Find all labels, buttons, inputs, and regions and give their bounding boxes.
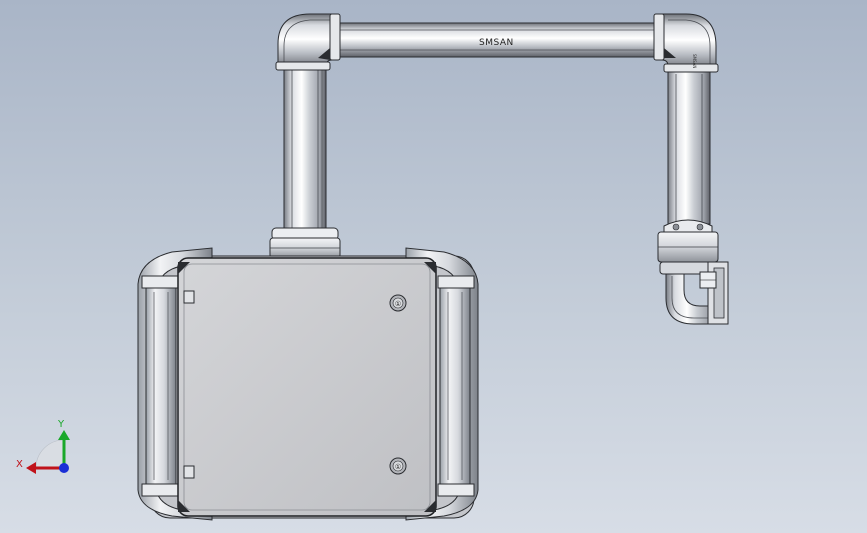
x-axis-label: X xyxy=(16,459,23,470)
top-right-elbow[interactable]: SMSAN xyxy=(653,13,719,73)
axis-triad: Y X xyxy=(16,419,70,474)
latch-bottom-badge: ① xyxy=(395,463,401,471)
mount-collar[interactable] xyxy=(269,227,341,259)
model-canvas[interactable]: SMSAN SMSAN ① ① Y X xyxy=(0,0,867,533)
y-axis-label: Y xyxy=(57,419,65,430)
brand-label: SMSAN xyxy=(479,38,514,48)
latch-bottom[interactable]: ① xyxy=(389,457,407,475)
top-left-elbow[interactable] xyxy=(275,13,341,71)
arm-side-label: SMSAN xyxy=(692,54,697,68)
latch-top[interactable]: ① xyxy=(389,294,407,312)
left-vertical-tube[interactable] xyxy=(283,65,327,235)
hinge-top xyxy=(183,290,195,304)
panel-housing[interactable]: ① ① xyxy=(137,227,479,521)
z-axis-dot xyxy=(59,463,69,473)
cad-viewport[interactable]: SMSAN SMSAN ① ① Y X xyxy=(0,0,867,533)
latch-top-badge: ① xyxy=(395,300,401,308)
hinge-bottom xyxy=(183,465,195,479)
right-vertical-tube[interactable] xyxy=(667,71,711,225)
